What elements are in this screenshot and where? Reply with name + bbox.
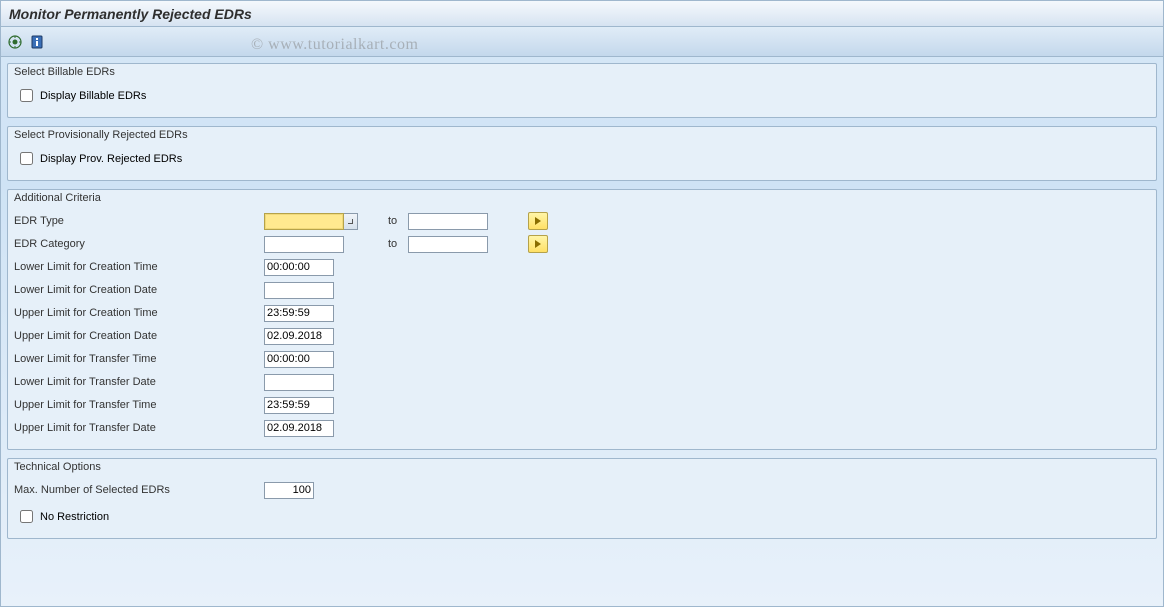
group-title-technical: Technical Options (8, 459, 1156, 473)
label-lower-creation-time: Lower Limit for Creation Time (14, 261, 264, 273)
checkbox-label-no-restriction: No Restriction (40, 511, 109, 523)
input-edr-type-from[interactable] (264, 213, 344, 230)
input-upper-creation-date[interactable] (264, 328, 334, 345)
group-additional-criteria: Additional Criteria EDR Type to EDR Cate… (7, 189, 1157, 450)
label-lower-transfer-time: Lower Limit for Transfer Time (14, 353, 264, 365)
label-lower-transfer-date: Lower Limit for Transfer Date (14, 376, 264, 388)
label-lower-creation-date: Lower Limit for Creation Date (14, 284, 264, 296)
group-title-billable: Select Billable EDRs (8, 64, 1156, 78)
input-edr-type-to[interactable] (408, 213, 488, 230)
checkbox-display-provisional[interactable] (20, 152, 33, 165)
execute-icon[interactable] (7, 34, 23, 50)
checkbox-label-provisional: Display Prov. Rejected EDRs (40, 153, 182, 165)
input-lower-creation-date[interactable] (264, 282, 334, 299)
label-to-2: to (358, 238, 408, 250)
titlebar: Monitor Permanently Rejected EDRs (1, 1, 1163, 27)
input-max-edrs[interactable] (264, 482, 314, 499)
checkbox-no-restriction[interactable] (20, 510, 33, 523)
group-title-provisional: Select Provisionally Rejected EDRs (8, 127, 1156, 141)
input-edr-category-from[interactable] (264, 236, 344, 253)
label-upper-creation-date: Upper Limit for Creation Date (14, 330, 264, 342)
group-technical-options: Technical Options Max. Number of Selecte… (7, 458, 1157, 539)
range-btn-edr-type[interactable] (528, 212, 548, 230)
page-title: Monitor Permanently Rejected EDRs (9, 6, 252, 22)
group-provisional-edrs: Select Provisionally Rejected EDRs Displ… (7, 126, 1157, 181)
input-lower-transfer-date[interactable] (264, 374, 334, 391)
checkbox-display-billable[interactable] (20, 89, 33, 102)
app-window: Monitor Permanently Rejected EDRs © www.… (0, 0, 1164, 607)
label-edr-type: EDR Type (14, 215, 264, 227)
label-upper-transfer-date: Upper Limit for Transfer Date (14, 422, 264, 434)
group-billable-edrs: Select Billable EDRs Display Billable ED… (7, 63, 1157, 118)
info-icon[interactable] (29, 34, 45, 50)
input-upper-creation-time[interactable] (264, 305, 334, 322)
checkbox-label-billable: Display Billable EDRs (40, 90, 146, 102)
input-upper-transfer-date[interactable] (264, 420, 334, 437)
label-upper-transfer-time: Upper Limit for Transfer Time (14, 399, 264, 411)
input-lower-creation-time[interactable] (264, 259, 334, 276)
label-upper-creation-time: Upper Limit for Creation Time (14, 307, 264, 319)
input-upper-transfer-time[interactable] (264, 397, 334, 414)
f4-edr-type[interactable] (344, 213, 358, 230)
range-btn-edr-category[interactable] (528, 235, 548, 253)
input-lower-transfer-time[interactable] (264, 351, 334, 368)
label-to-1: to (358, 215, 408, 227)
toolbar (1, 27, 1163, 57)
group-title-criteria: Additional Criteria (8, 190, 1156, 204)
label-max-edrs: Max. Number of Selected EDRs (14, 484, 264, 496)
content-area: Select Billable EDRs Display Billable ED… (1, 57, 1163, 553)
input-edr-category-to[interactable] (408, 236, 488, 253)
label-edr-category: EDR Category (14, 238, 264, 250)
